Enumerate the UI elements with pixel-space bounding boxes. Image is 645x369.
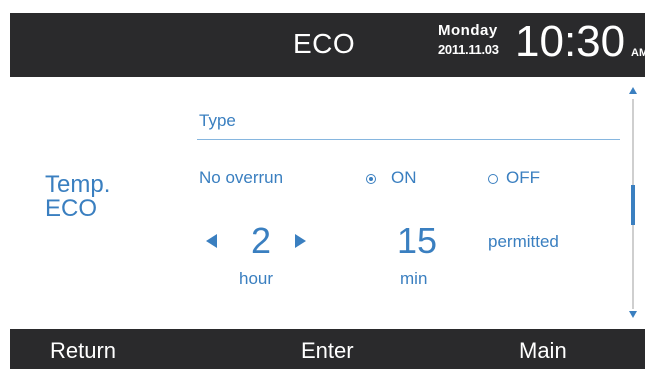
main-button[interactable]: Main <box>519 338 567 364</box>
type-divider <box>197 139 620 140</box>
eco-screen: ECO Monday 2011.11.03 10:30 AM Temp. ECO… <box>10 13 645 369</box>
section-label-line1: Temp. <box>45 171 111 198</box>
triangle-left-icon[interactable] <box>206 234 217 248</box>
off-radio[interactable] <box>488 174 498 184</box>
triangle-down-icon[interactable] <box>629 311 637 318</box>
no-overrun-label: No overrun <box>199 168 284 187</box>
hour-value[interactable]: 2 <box>251 220 271 262</box>
off-radio-label[interactable]: OFF <box>506 168 540 188</box>
return-button[interactable]: Return <box>50 338 116 364</box>
scrollbar-thumb[interactable] <box>631 185 635 225</box>
page-title: ECO <box>293 28 356 59</box>
section-label: Temp. ECO <box>45 173 110 221</box>
minute-value[interactable]: 15 <box>397 220 437 262</box>
on-radio[interactable] <box>366 174 376 184</box>
clock-time: 10:30 <box>515 17 626 66</box>
on-radio-label[interactable]: ON <box>391 168 417 188</box>
date-label: 2011.11.03 <box>438 42 499 57</box>
hour-unit-label: hour <box>239 269 274 288</box>
type-label: Type <box>199 111 236 130</box>
day-label: Monday <box>438 22 498 39</box>
section-label-line2: ECO <box>45 195 98 222</box>
triangle-up-icon[interactable] <box>629 87 637 94</box>
minute-unit-label: min <box>400 269 428 288</box>
triangle-right-icon[interactable] <box>295 234 306 248</box>
clock-ampm: AM <box>631 47 645 59</box>
permitted-label: permitted <box>488 232 559 251</box>
footer-bar: Return Enter Main <box>10 329 645 369</box>
header-bar: ECO Monday 2011.11.03 10:30 AM <box>10 13 645 77</box>
enter-button[interactable]: Enter <box>301 338 354 364</box>
